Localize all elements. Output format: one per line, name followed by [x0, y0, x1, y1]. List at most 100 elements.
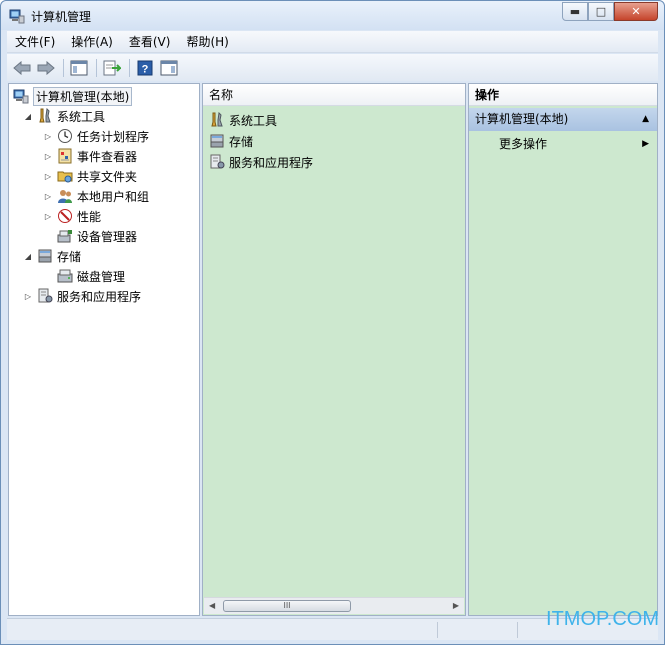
minimize-icon: ▬: [569, 5, 581, 18]
toolbar: ?: [7, 54, 658, 81]
back-arrow-icon: [13, 60, 31, 75]
show-hide-action-pane-button[interactable]: [158, 57, 180, 79]
export-list-button[interactable]: [101, 57, 123, 79]
navigation-tree[interactable]: 计算机管理(本地) ◢ 系统工具 ▷ 任务计划程序 ▷ 事件查看器 ▷ 共享文件夹 ▷ 本地用户和组…: [8, 83, 200, 616]
tree-item[interactable]: ◢ 系统工具: [23, 106, 105, 126]
collapsed-triangle-icon[interactable]: ▷: [43, 131, 53, 141]
close-icon: ✕: [631, 5, 641, 18]
menu-view[interactable]: 查看(V): [121, 31, 179, 53]
actions-section-label: 计算机管理(本地): [475, 112, 569, 126]
menu-file[interactable]: 文件(F): [7, 31, 63, 53]
collapsed-triangle-icon[interactable]: ▷: [23, 291, 33, 301]
shared-folders-icon: [57, 171, 73, 183]
status-cell: [437, 622, 517, 638]
task-scheduler-icon: [58, 129, 72, 143]
services-applications-icon: [210, 154, 225, 169]
tree-item-label: 系统工具: [57, 109, 106, 124]
tree-item-label: 服务和应用程序: [57, 289, 142, 304]
tree-item[interactable]: ▷ 共享文件夹: [43, 166, 137, 186]
back-button[interactable]: [11, 57, 33, 79]
toolbar-separator: [129, 58, 130, 77]
event-viewer-icon: [58, 148, 72, 164]
collapsed-triangle-icon[interactable]: ▷: [43, 171, 53, 181]
collapsed-triangle-icon[interactable]: ▷: [43, 191, 53, 201]
tree-item[interactable]: ▷ 性能: [43, 206, 101, 226]
tree-item-label: 磁盘管理: [77, 269, 126, 284]
menu-bar: 文件(F) 操作(A) 查看(V) 帮助(H): [7, 31, 658, 53]
show-hide-action-pane-icon: [160, 60, 178, 75]
menu-help[interactable]: 帮助(H): [178, 31, 236, 53]
tree-item[interactable]: ▷ 服务和应用程序: [23, 286, 141, 306]
system-tools-icon: [211, 112, 223, 127]
scroll-thumb[interactable]: III: [223, 600, 351, 612]
toolbar-separator: [96, 58, 97, 77]
list-item-label: 存储: [229, 134, 254, 149]
more-actions-item[interactable]: 更多操作 ▶: [499, 134, 649, 154]
device-manager-icon: [57, 230, 72, 243]
help-icon: ?: [137, 60, 153, 75]
help-button[interactable]: ?: [134, 57, 156, 79]
scroll-left-icon[interactable]: ◀: [209, 601, 215, 610]
title-bar[interactable]: 计算机管理 ▬ □ ✕: [1, 1, 664, 30]
list-item[interactable]: 存储: [209, 131, 253, 151]
actions-header: 操作: [469, 84, 657, 106]
list-item[interactable]: 系统工具: [209, 110, 277, 130]
column-header-name[interactable]: 名称: [203, 84, 465, 106]
show-hide-tree-icon: [70, 60, 88, 75]
tree-item[interactable]: 磁盘管理: [43, 266, 125, 286]
tree-item-label: 本地用户和组: [77, 189, 150, 204]
watermark: ITMOP.COM: [546, 608, 659, 630]
maximize-icon: □: [595, 5, 607, 18]
menu-action[interactable]: 操作(A): [63, 31, 121, 53]
tree-item-label: 性能: [77, 209, 102, 224]
tree-item-label: 共享文件夹: [77, 169, 138, 184]
collapsed-triangle-icon[interactable]: ▷: [43, 151, 53, 161]
more-actions-label: 更多操作: [499, 137, 548, 151]
toolbar-separator: [63, 58, 64, 77]
tree-item[interactable]: 计算机管理(本地): [13, 86, 133, 106]
actions-pane: 操作 计算机管理(本地) ▲ 更多操作 ▶: [468, 83, 658, 616]
performance-icon: [58, 209, 72, 223]
collapsed-triangle-icon[interactable]: ▷: [43, 211, 53, 221]
tree-item[interactable]: ◢ 存储: [23, 246, 81, 266]
minimize-button[interactable]: ▬: [562, 2, 588, 21]
show-hide-tree-button[interactable]: [68, 57, 90, 79]
computer-management-icon: [9, 9, 25, 24]
computer-management-icon: [13, 89, 29, 104]
tree-item[interactable]: ▷ 任务计划程序: [43, 126, 149, 146]
tree-item-label: 计算机管理(本地): [33, 86, 133, 106]
horizontal-scrollbar[interactable]: ◀ III ▶: [204, 597, 464, 614]
maximize-button[interactable]: □: [588, 2, 614, 21]
expanded-triangle-icon[interactable]: ◢: [23, 111, 33, 121]
services-applications-icon: [38, 288, 53, 303]
system-tools-icon: [39, 108, 51, 123]
list-item-label: 服务和应用程序: [229, 155, 314, 170]
close-button[interactable]: ✕: [614, 2, 658, 21]
window-title: 计算机管理: [31, 10, 92, 24]
tree-item-label: 事件查看器: [77, 149, 138, 164]
forward-arrow-icon: [37, 60, 55, 75]
submenu-arrow-icon: ▶: [642, 139, 649, 149]
app-window: 计算机管理 ▬ □ ✕ 文件(F) 操作(A) 查看(V) 帮助(H) ? 计算…: [0, 0, 665, 645]
collapse-up-icon: ▲: [642, 114, 649, 124]
scroll-right-icon[interactable]: ▶: [453, 601, 459, 610]
export-list-icon: [103, 60, 121, 75]
storage-icon: [38, 249, 52, 263]
tree-item[interactable]: ▷ 本地用户和组: [43, 186, 149, 206]
tree-item-label: 任务计划程序: [77, 129, 150, 144]
list-item[interactable]: 服务和应用程序: [209, 152, 313, 172]
no-expander: [43, 271, 53, 281]
tree-item[interactable]: ▷ 事件查看器: [43, 146, 137, 166]
results-pane: 名称 系统工具存储服务和应用程序 ◀ III ▶: [202, 83, 466, 616]
no-expander: [43, 231, 53, 241]
expanded-triangle-icon[interactable]: ◢: [23, 251, 33, 261]
storage-icon: [210, 134, 224, 148]
local-users-groups-icon: [58, 190, 72, 203]
tree-item-label: 设备管理器: [77, 229, 138, 244]
tree-item-label: 存储: [57, 249, 82, 264]
disk-management-icon: [57, 269, 73, 283]
svg-text:?: ?: [142, 63, 149, 75]
actions-section-computer-management[interactable]: 计算机管理(本地) ▲: [469, 108, 657, 131]
forward-button[interactable]: [35, 57, 57, 79]
tree-item[interactable]: 设备管理器: [43, 226, 137, 246]
